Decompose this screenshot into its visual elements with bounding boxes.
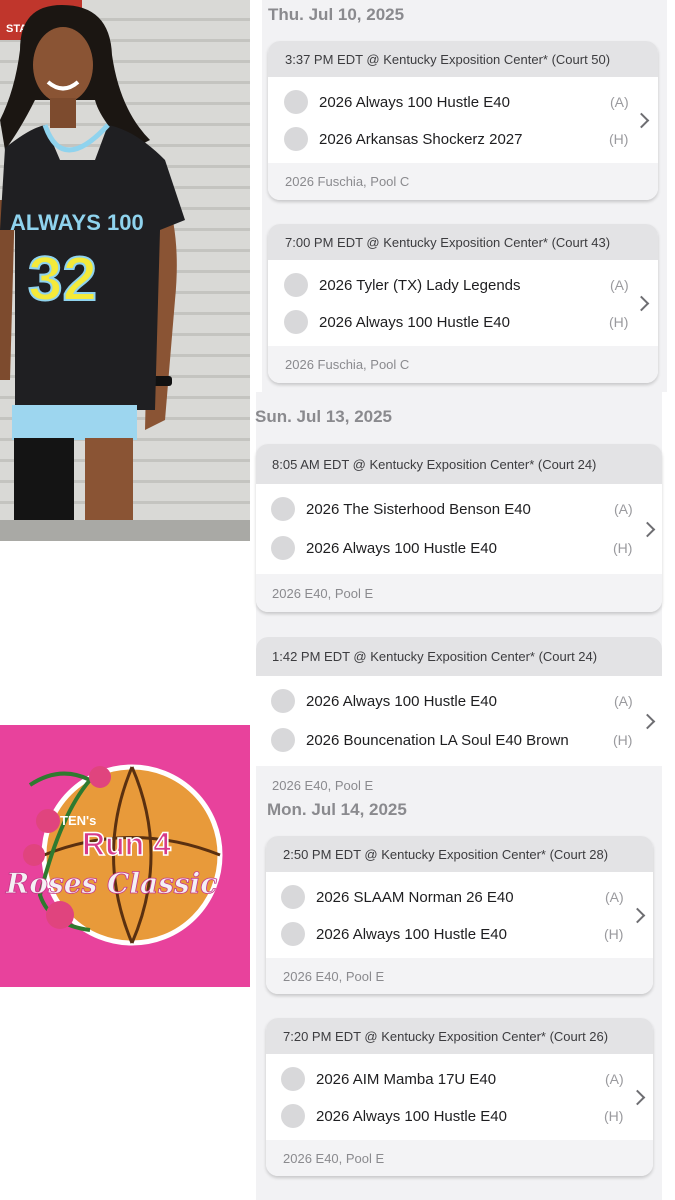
home-team-name: 2026 Always 100 Hustle E40 (306, 539, 497, 557)
game-header: 1:42 PM EDT @ Kentucky Exposition Center… (256, 637, 662, 676)
rose-icon (89, 766, 111, 788)
rose-icon (46, 901, 74, 929)
pool-label: 2026 Fuschia, Pool C (268, 346, 658, 383)
team-logo-placeholder-icon (271, 536, 295, 560)
away-tag: (A) (614, 501, 633, 517)
away-tag: (A) (610, 94, 629, 110)
home-tag: (H) (609, 314, 629, 330)
logo-script-text: Roses Classic (5, 867, 217, 900)
team-logo-placeholder-icon (281, 1067, 305, 1091)
team-logo-placeholder-icon (284, 90, 308, 114)
jersey-team-text: ALWAYS 100 (10, 210, 144, 235)
away-tag: (A) (610, 277, 629, 293)
game-card[interactable]: 7:00 PM EDT @ Kentucky Exposition Center… (268, 224, 658, 383)
game-header: 3:37 PM EDT @ Kentucky Exposition Center… (268, 41, 658, 77)
game-card[interactable]: 7:20 PM EDT @ Kentucky Exposition Center… (266, 1018, 653, 1176)
home-tag: (H) (613, 540, 633, 556)
away-team-name: 2026 AIM Mamba 17U E40 (316, 1070, 497, 1088)
run4roses-logo-graphic: TEN's Run 4 Roses Classic (5, 764, 223, 946)
jersey-number-text: 32 (28, 245, 97, 314)
home-tag: (H) (604, 926, 624, 942)
chevron-right-icon[interactable] (633, 295, 650, 312)
team-logo-placeholder-icon (271, 497, 295, 521)
game-header: 8:05 AM EDT @ Kentucky Exposition Center… (256, 444, 662, 484)
home-team-name: 2026 Always 100 Hustle E40 (319, 313, 510, 331)
away-tag: (A) (605, 1071, 624, 1087)
team-logo-placeholder-icon (284, 127, 308, 151)
home-tag: (H) (613, 732, 633, 748)
pool-label: 2026 E40, Pool E (256, 574, 662, 612)
game-card[interactable]: 1:42 PM EDT @ Kentucky Exposition Center… (256, 637, 662, 797)
game-card[interactable]: 2:50 PM EDT @ Kentucky Exposition Center… (266, 836, 653, 994)
team-logo-placeholder-icon (271, 728, 295, 752)
home-team-name: 2026 Bouncenation LA Soul E40 Brown (306, 731, 569, 749)
chevron-right-icon[interactable] (629, 1089, 646, 1106)
away-team-name: 2026 The Sisterhood Benson E40 (306, 500, 531, 518)
date-header-sun: Sun. Jul 13, 2025 (255, 407, 393, 426)
team-logo-placeholder-icon (281, 922, 305, 946)
home-team-name: 2026 Arkansas Shockerz 2027 (319, 130, 523, 148)
away-tag: (A) (614, 693, 633, 709)
game-card[interactable]: 3:37 PM EDT @ Kentucky Exposition Center… (268, 41, 658, 200)
chevron-right-icon[interactable] (639, 521, 656, 538)
home-team-name: 2026 Always 100 Hustle E40 (316, 1107, 507, 1125)
game-header: 7:00 PM EDT @ Kentucky Exposition Center… (268, 224, 658, 260)
team-logo-placeholder-icon (281, 1104, 305, 1128)
pool-label: 2026 Fuschia, Pool C (268, 163, 658, 200)
player-illustration: STAFF ONLY ALWAYS 100 32 (0, 0, 250, 541)
home-team-name: 2026 Always 100 Hustle E40 (316, 925, 507, 943)
team-logo-placeholder-icon (281, 885, 305, 909)
rose-icon (23, 844, 45, 866)
player-photo: STAFF ONLY ALWAYS 100 32 (0, 0, 250, 541)
rose-icon (36, 809, 60, 833)
team-logo-placeholder-icon (284, 310, 308, 334)
chevron-right-icon[interactable] (639, 713, 656, 730)
home-tag: (H) (609, 131, 629, 147)
pool-label: 2026 E40, Pool E (266, 958, 653, 994)
date-header-thu: Thu. Jul 10, 2025 (268, 5, 405, 24)
away-team-name: 2026 SLAAM Norman 26 E40 (316, 888, 514, 906)
run4roses-logo: TEN's Run 4 Roses Classic (0, 725, 250, 987)
away-team-name: 2026 Always 100 Hustle E40 (319, 93, 510, 111)
away-tag: (A) (605, 889, 624, 905)
team-logo-placeholder-icon (284, 273, 308, 297)
chevron-right-icon[interactable] (633, 112, 650, 129)
game-header: 7:20 PM EDT @ Kentucky Exposition Center… (266, 1018, 653, 1054)
away-team-name: 2026 Always 100 Hustle E40 (306, 692, 497, 710)
pool-label: 2026 E40, Pool E (266, 1140, 653, 1176)
game-card[interactable]: 8:05 AM EDT @ Kentucky Exposition Center… (256, 444, 662, 612)
chevron-right-icon[interactable] (629, 907, 646, 924)
pool-label: 2026 E40, Pool E (256, 766, 662, 797)
logo-main-text: Run 4 (82, 826, 171, 862)
team-logo-placeholder-icon (271, 689, 295, 713)
date-header-mon: Mon. Jul 14, 2025 (267, 800, 407, 819)
away-team-name: 2026 Tyler (TX) Lady Legends (319, 276, 521, 294)
game-header: 2:50 PM EDT @ Kentucky Exposition Center… (266, 836, 653, 872)
home-tag: (H) (604, 1108, 624, 1124)
